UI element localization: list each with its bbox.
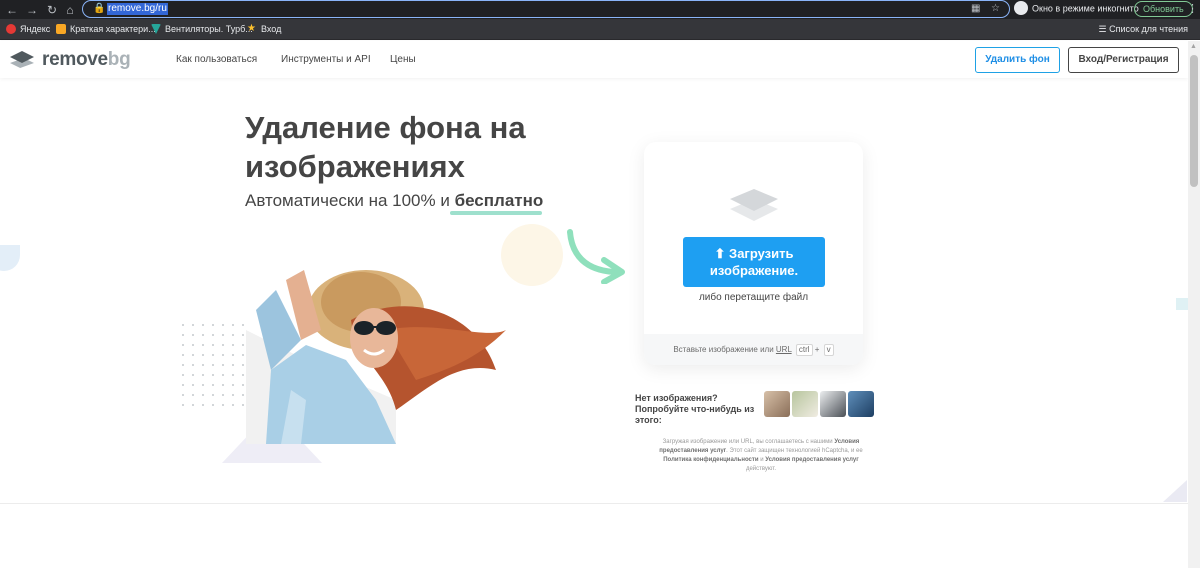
subtitle-text: Автоматически на 100% и — [245, 191, 450, 210]
logo-text: removebg — [42, 49, 131, 70]
legal-text: Загружая изображение или URL, вы соглаша… — [662, 439, 833, 445]
hero-subtitle: Автоматически на 100% и бесплатно — [245, 191, 543, 211]
sample-thumb-laptop[interactable] — [820, 391, 846, 417]
incognito-icon — [1014, 1, 1028, 15]
legal-notice: Загружая изображение или URL, вы соглаша… — [650, 438, 872, 474]
decor-square — [1176, 298, 1188, 310]
bookmark-label: Краткая характери... — [70, 24, 156, 34]
login-button[interactable]: Вход/Регистрация — [1068, 47, 1179, 73]
triangle-icon — [151, 24, 161, 34]
legal-text: действуют. — [745, 466, 777, 472]
chart-icon — [56, 24, 66, 34]
paste-hint: Вставьте изображение или URL ctrl + v — [644, 334, 863, 365]
reload-icon[interactable]: ↻ — [44, 2, 60, 18]
key-v: v — [823, 344, 834, 356]
layers-logo-icon — [8, 50, 36, 70]
drop-file-text: либо перетащите файл — [698, 292, 809, 303]
reading-list[interactable]: ☰ Список для чтения — [1098, 24, 1188, 35]
hero-title: Удаление фона на изображениях — [245, 110, 526, 184]
bookmark-fans[interactable]: Вентиляторы. Турб... — [151, 24, 253, 34]
lock-icon: 🔒 — [93, 3, 106, 14]
decor-triangle — [1163, 480, 1187, 502]
nav-how-to-use[interactable]: Как пользоваться — [176, 54, 257, 65]
highlight-underline — [450, 211, 542, 215]
paste-url-link[interactable]: URL — [776, 345, 792, 354]
star-icon: ★ — [247, 23, 256, 34]
privacy-link[interactable]: Политика конфиденциальности — [663, 457, 758, 463]
bookmark-label: Вход — [261, 24, 282, 34]
sample-images — [764, 391, 874, 417]
sample-thumb-alpaca[interactable] — [792, 391, 818, 417]
decor-dots — [178, 320, 248, 410]
remove-bg-button[interactable]: Удалить фон — [975, 47, 1060, 73]
browser-toolbar: ← → ↻ ⌂ 🔒 remove.bg/ru ▦ ☆ Окно в режиме… — [0, 0, 1200, 19]
reading-list-icon: ☰ — [1098, 24, 1107, 34]
address-bar[interactable]: 🔒 remove.bg/ru ▦ ☆ — [82, 0, 1010, 18]
reading-list-label: Список для чтения — [1109, 24, 1188, 34]
bookmarks-bar: Яндекс Краткая характери... Вентиляторы.… — [0, 19, 1200, 40]
upload-image-button[interactable]: ⬆ Загрузить изображение. — [683, 237, 825, 287]
bookmark-yandex[interactable]: Яндекс — [6, 24, 50, 34]
scroll-thumb[interactable] — [1190, 55, 1198, 187]
sample-thumb-car[interactable] — [848, 391, 874, 417]
incognito-indicator[interactable]: Окно в режиме инкогнито — [1014, 1, 1139, 16]
star-icon[interactable]: ☆ — [991, 3, 1000, 14]
back-icon[interactable]: ← — [4, 2, 20, 18]
key-ctrl: ctrl — [795, 344, 813, 356]
terms-link[interactable]: Условия предоставления услуг — [765, 457, 859, 463]
nav-tools-api[interactable]: Инструменты и API — [281, 54, 371, 65]
layers-icon — [730, 189, 778, 221]
bookmark-label: Яндекс — [20, 24, 51, 34]
incognito-label: Окно в режиме инкогнито — [1032, 3, 1139, 14]
qr-icon[interactable]: ▦ — [971, 3, 980, 14]
url-text[interactable]: remove.bg/ru — [107, 3, 168, 15]
upload-icon: ⬆ — [714, 246, 726, 261]
bookmark-short-description[interactable]: Краткая характери... — [56, 24, 156, 34]
nav-pricing[interactable]: Цены — [390, 54, 416, 65]
bookmark-label: Вентиляторы. Турб... — [165, 24, 253, 34]
sample-prompt: Нет изображения? Попробуйте что-нибудь и… — [635, 393, 755, 425]
legal-text: и — [760, 457, 764, 463]
arrow-icon — [567, 229, 625, 284]
subtitle-free: бесплатно — [454, 191, 544, 210]
paste-hint-text: Вставьте изображение или — [673, 345, 774, 354]
yandex-icon — [6, 24, 16, 34]
upload-card[interactable]: ⬆ Загрузить изображение. либо перетащите… — [644, 142, 863, 365]
bookmark-login[interactable]: ★ Вход — [247, 23, 282, 35]
menu-icon[interactable]: ⋮ — [1187, 2, 1198, 15]
legal-text: . Этот сайт защищен технологией hCaptcha… — [726, 448, 863, 454]
update-button[interactable]: Обновить — [1134, 1, 1193, 17]
forward-icon[interactable]: → — [24, 2, 40, 18]
scroll-up-icon[interactable]: ▲ — [1190, 43, 1197, 50]
hero-photo — [246, 270, 506, 444]
decor-shape — [0, 245, 20, 271]
logo[interactable]: removebg — [8, 49, 131, 71]
section-divider — [0, 503, 1188, 504]
site-header: removebg Как пользоваться Инструменты и … — [0, 41, 1188, 78]
sample-thumb-woman[interactable] — [764, 391, 790, 417]
home-icon[interactable]: ⌂ — [62, 2, 78, 18]
scrollbar[interactable]: ▲ — [1188, 41, 1200, 568]
key-plus: + — [814, 345, 820, 354]
